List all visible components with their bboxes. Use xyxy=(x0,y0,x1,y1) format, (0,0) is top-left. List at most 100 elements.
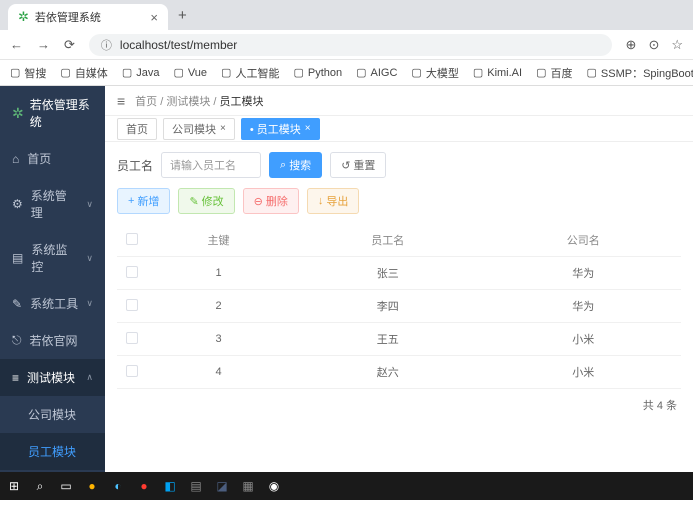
forward-icon[interactable]: → xyxy=(37,37,50,52)
brand: ✲ 若依管理系统 xyxy=(0,86,105,140)
bookmark-item[interactable]: ▢Python xyxy=(293,66,342,79)
row-checkbox[interactable] xyxy=(126,299,138,311)
sidebar-item[interactable]: ⚙系统管理∨ xyxy=(0,177,105,231)
task-view-icon[interactable]: ▭ xyxy=(58,478,74,494)
tab-title: 若依管理系统 xyxy=(35,9,145,25)
new-tab-button[interactable]: + xyxy=(178,7,187,24)
browser-tab-strip: ✲ 若依管理系统 × + xyxy=(0,0,693,30)
chevron-icon: ∧ xyxy=(86,372,93,383)
site-info-icon: ⓘ xyxy=(101,37,112,53)
row-checkbox[interactable] xyxy=(126,332,138,344)
translate-icon[interactable]: ⊕ xyxy=(626,37,637,53)
bookmark-item[interactable]: ▢百度 xyxy=(536,65,572,81)
export-button[interactable]: ↓ 导出 xyxy=(307,188,360,214)
app-icon[interactable]: ▤ xyxy=(188,478,204,494)
folder-icon: ▢ xyxy=(221,66,231,79)
table-row[interactable]: 3王五小米 xyxy=(117,323,681,356)
tab-favicon: ✲ xyxy=(18,9,29,25)
bookmarks-bar: ▢智搜 ▢自媒体 ▢Java ▢Vue ▢人工智能 ▢Python ▢AIGC ▢大模型 ▢Ki… xyxy=(0,60,693,86)
bookmark-item[interactable]: ▢人工智能 xyxy=(221,65,279,81)
search-label: 员工名 xyxy=(117,157,153,174)
table-row[interactable]: 4赵六小米 xyxy=(117,356,681,389)
folder-icon: ▢ xyxy=(586,66,596,79)
folder-icon: ▢ xyxy=(173,66,183,79)
app-icon[interactable]: ▦ xyxy=(240,478,256,494)
browser-tab[interactable]: ✲ 若依管理系统 × xyxy=(8,4,168,30)
column-header: 公司名 xyxy=(486,224,682,257)
add-button[interactable]: + 新增 xyxy=(117,188,170,214)
search-input[interactable]: 请输入员工名 xyxy=(161,152,261,178)
bookmark-item[interactable]: ▢Java xyxy=(122,66,160,79)
sidebar-subitem[interactable]: 公司模块 xyxy=(0,396,105,433)
page-tab[interactable]: • 员工模块 × xyxy=(241,118,320,140)
app-icon[interactable]: ◧ xyxy=(162,478,178,494)
bookmark-item[interactable]: ▢SSMP：SpingBoot… xyxy=(586,65,693,81)
reset-button[interactable]: ↺ 重置 xyxy=(330,152,386,178)
delete-button[interactable]: ⊖ 删除 xyxy=(243,188,299,214)
row-checkbox[interactable] xyxy=(126,365,138,377)
tab-close-icon[interactable]: × xyxy=(150,10,158,25)
back-icon[interactable]: ← xyxy=(10,37,23,52)
edit-button[interactable]: ✎ 修改 xyxy=(178,188,234,214)
app-icon[interactable]: ● xyxy=(84,478,100,494)
column-header: 员工名 xyxy=(290,224,485,257)
chrome-icon[interactable]: ◉ xyxy=(266,478,282,494)
hamburger-icon[interactable]: ≡ xyxy=(117,93,125,109)
menu-icon: ✎ xyxy=(12,297,22,311)
pagination-total: 共 4 条 xyxy=(117,389,681,421)
page-tab[interactable]: 首页 xyxy=(117,118,157,140)
chevron-icon: ∨ xyxy=(86,199,93,210)
app-icon[interactable]: ◪ xyxy=(214,478,230,494)
sidebar-item[interactable]: ≡测试模块∧ xyxy=(0,359,105,396)
sidebar-item[interactable]: ✎系统工具∨ xyxy=(0,285,105,322)
tab-close-icon[interactable]: × xyxy=(305,123,311,134)
tab-close-icon[interactable]: × xyxy=(220,123,226,134)
bookmark-item[interactable]: ▢Kimi.AI xyxy=(473,66,522,79)
bookmark-item[interactable]: ▢智搜 xyxy=(10,65,46,81)
app-icon[interactable]: ◐ xyxy=(110,478,126,494)
data-table: 主键员工名公司名 1张三华为2李四华为3王五小米4赵六小米 xyxy=(117,224,681,389)
table-row[interactable]: 1张三华为 xyxy=(117,257,681,290)
sidebar: ✲ 若依管理系统 ⌂首页⚙系统管理∨▤系统监控∨✎系统工具∨⎋若依官网≡测试模块… xyxy=(0,86,105,500)
menu-icon: ⎋ xyxy=(12,333,22,348)
sidebar-item[interactable]: ⌂首页 xyxy=(0,140,105,177)
folder-icon: ▢ xyxy=(411,66,421,79)
sidebar-item[interactable]: ⎋若依官网 xyxy=(0,322,105,359)
app-icon[interactable]: ● xyxy=(136,478,152,494)
breadcrumb: 首页 / 测试模块 / 员工模块 xyxy=(135,93,263,109)
bookmark-item[interactable]: ▢自媒体 xyxy=(60,65,107,81)
folder-icon: ▢ xyxy=(536,66,546,79)
reload-icon[interactable]: ⟳ xyxy=(64,37,75,53)
windows-taskbar: ⊞ ⌕ ▭ ● ◐ ● ◧ ▤ ◪ ▦ ◉ xyxy=(0,472,693,500)
brand-icon: ✲ xyxy=(12,105,24,122)
folder-icon: ▢ xyxy=(293,66,303,79)
star-icon[interactable]: ☆ xyxy=(671,37,683,53)
menu-icon: ≡ xyxy=(12,371,19,385)
sidebar-item[interactable]: ▤系统监控∨ xyxy=(0,231,105,285)
search-button[interactable]: ⌕ 搜索 xyxy=(269,152,322,178)
menu-icon: ⚙ xyxy=(12,197,23,211)
folder-icon: ▢ xyxy=(60,66,70,79)
search-icon[interactable]: ⊙ xyxy=(648,37,659,53)
row-checkbox[interactable] xyxy=(126,266,138,278)
table-row[interactable]: 2李四华为 xyxy=(117,290,681,323)
url-input[interactable]: ⓘ localhost/test/member xyxy=(89,34,612,56)
brand-text: 若依管理系统 xyxy=(30,96,93,130)
address-bar: ← → ⟳ ⓘ localhost/test/member ⊕ ⊙ ☆ xyxy=(0,30,693,60)
chevron-icon: ∨ xyxy=(86,298,93,309)
folder-icon: ▢ xyxy=(122,66,132,79)
bookmark-item[interactable]: ▢Vue xyxy=(173,66,207,79)
column-header: 主键 xyxy=(147,224,290,257)
sidebar-subitem[interactable]: 员工模块 xyxy=(0,433,105,470)
chevron-icon: ∨ xyxy=(86,253,93,264)
start-icon[interactable]: ⊞ xyxy=(6,478,22,494)
folder-icon: ▢ xyxy=(356,66,366,79)
menu-icon: ▤ xyxy=(12,251,23,265)
taskbar-search-icon[interactable]: ⌕ xyxy=(32,478,48,494)
bookmark-item[interactable]: ▢大模型 xyxy=(411,65,458,81)
url-text: localhost/test/member xyxy=(120,38,237,52)
page-tab[interactable]: 公司模块 × xyxy=(163,118,235,140)
folder-icon: ▢ xyxy=(10,66,20,79)
bookmark-item[interactable]: ▢AIGC xyxy=(356,66,397,79)
checkbox-all[interactable] xyxy=(126,233,138,245)
